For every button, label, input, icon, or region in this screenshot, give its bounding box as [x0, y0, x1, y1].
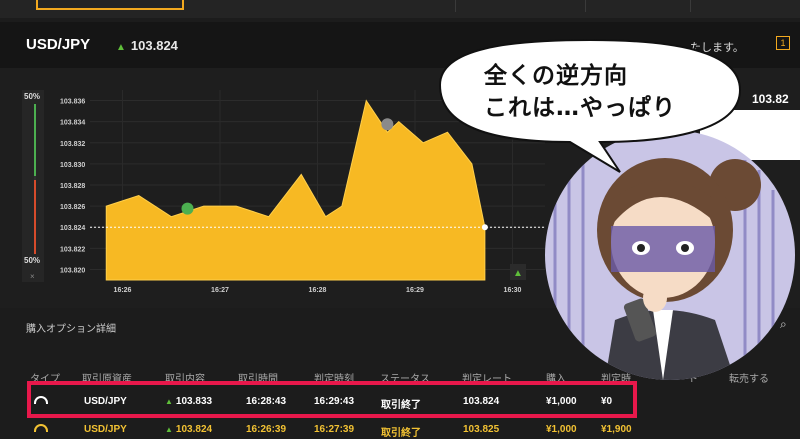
current-rate-value: 103.824: [130, 38, 178, 53]
row-content: ▲ 103.824: [165, 424, 212, 435]
y-tick-label: 103.830: [60, 162, 85, 169]
y-tick-label: 103.834: [60, 120, 85, 127]
currency-pair-title: USD/JPY: [26, 36, 91, 53]
y-tick-label: 103.820: [60, 267, 85, 274]
row-purchase: ¥1,000: [546, 424, 577, 435]
search-icon[interactable]: ⌕: [780, 317, 787, 332]
row-judge-rate: 103.825: [463, 424, 500, 435]
highlight-box: [27, 381, 637, 418]
y-tick-label: 103.836: [60, 99, 85, 106]
purchase-details-title: 購入オプション詳細: [26, 324, 116, 335]
high-low-type-icon: [34, 424, 48, 432]
y-tick-label: 103.832: [60, 141, 85, 148]
entry-marker-icon: [181, 202, 194, 215]
x-tick-label: 16:29: [406, 287, 424, 294]
row-content-value: 103.824: [175, 424, 213, 435]
bubble-line-1: 全くの逆方向: [484, 63, 628, 89]
y-tick-label: 103.824: [60, 225, 85, 232]
up-arrow-icon: ▲: [165, 425, 173, 434]
top-divider: [690, 0, 691, 12]
row-result: ¥1,900: [601, 424, 632, 435]
y-tick-label: 103.828: [60, 183, 85, 190]
x-tick-label: 16:26: [114, 287, 132, 294]
selected-tab-outline[interactable]: [36, 0, 184, 10]
row-asset: USD/JPY: [84, 424, 127, 435]
notification-icon[interactable]: 1: [776, 36, 790, 50]
y-axis-ticks: 103.836 103.834 103.832 103.830 103.828 103.8…: [60, 99, 85, 275]
high-arrow-icon: ▲: [513, 268, 523, 279]
current-rate: ▲ 103.824: [116, 38, 178, 53]
row-time: 16:26:39: [246, 424, 287, 435]
top-divider: [455, 0, 456, 12]
x-tick-label: 16:27: [211, 287, 229, 294]
x-tick-label: 16:28: [309, 287, 327, 294]
y-tick-label: 103.822: [60, 246, 85, 253]
trade-marker-icon: [381, 118, 394, 131]
y-tick-label: 103.826: [60, 204, 85, 211]
x-axis-ticks: 16:26 16:27 16:28 16:29 16:30: [114, 287, 522, 294]
top-divider: [585, 0, 586, 12]
up-arrow-icon: ▲: [116, 42, 126, 53]
col-resell: 転売する: [729, 374, 769, 385]
row-judge-time: 16:27:39: [314, 424, 355, 435]
bubble-line-2: これは…やっぱり: [484, 95, 676, 121]
current-rate-dot: [481, 224, 488, 231]
x-tick-label: 16:30: [504, 287, 522, 294]
